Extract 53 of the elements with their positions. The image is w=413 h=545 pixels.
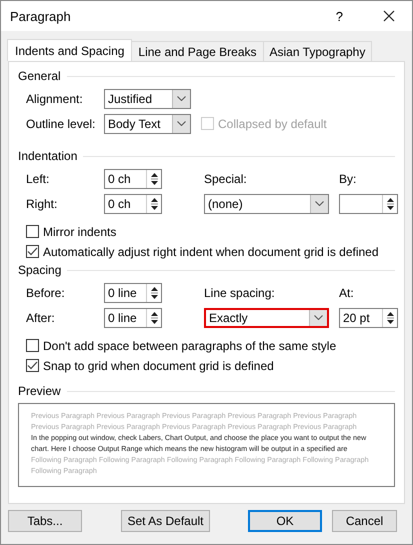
- checkbox-label: Collapsed by default: [218, 116, 327, 130]
- dialog-button[interactable]: Cancel: [332, 510, 397, 532]
- left-indent-spinbox[interactable]: 0 ch: [104, 168, 162, 188]
- spin-arrows-icon: [150, 286, 158, 300]
- after-spinbox[interactable]: 0 line: [104, 308, 162, 328]
- checkbox-label: Mirror indents: [43, 224, 116, 238]
- field-label: Alignment:: [26, 92, 84, 106]
- checkbox-label: Snap to grid when document grid is defined: [43, 358, 274, 372]
- outline-level-dropdown[interactable]: Body Text: [104, 114, 191, 134]
- tab[interactable]: Line and Page Breaks: [131, 41, 264, 61]
- field-label: Special:: [204, 172, 248, 186]
- section-heading: Indentation: [18, 149, 78, 163]
- spin-arrows-icon: [150, 310, 158, 324]
- alignment-dropdown[interactable]: Justified: [104, 88, 191, 108]
- spin-arrows-icon: [150, 196, 158, 210]
- at-spinbox[interactable]: 20 pt: [339, 308, 398, 328]
- chevron-icon: [314, 315, 323, 320]
- by-spinbox[interactable]: [339, 194, 398, 214]
- dialog-button[interactable]: OK: [248, 510, 322, 532]
- dialog-button[interactable]: Set As Default: [121, 510, 210, 532]
- tab[interactable]: Asian Typography: [262, 41, 372, 61]
- field-label: Line spacing:: [204, 286, 276, 300]
- field-label: Before:: [26, 286, 66, 300]
- spin-arrows-icon: [150, 172, 158, 186]
- right-indent-spinbox[interactable]: 0 ch: [104, 194, 162, 214]
- checkbox[interactable]: [26, 245, 39, 258]
- checkbox[interactable]: [26, 359, 39, 372]
- line-spacing-dropdown[interactable]: Exactly: [204, 308, 329, 328]
- section-heading: Spacing: [18, 263, 62, 277]
- field-label: Right:: [26, 196, 58, 210]
- field-label: By:: [339, 172, 356, 186]
- field-label: At:: [339, 286, 354, 300]
- checkbox[interactable]: [26, 225, 39, 238]
- special-dropdown[interactable]: (none): [204, 194, 329, 214]
- section-heading: General: [18, 69, 61, 83]
- checkbox-label: Don't add space between paragraphs of the same style: [43, 338, 336, 352]
- checkbox[interactable]: [26, 339, 39, 352]
- spin-arrows-icon: [386, 310, 394, 324]
- chevron-icon: [177, 121, 186, 126]
- field-label: Left:: [26, 172, 50, 186]
- window-title: Paragraph: [10, 8, 72, 24]
- chevron-icon: [315, 201, 324, 206]
- field-label: After:: [26, 310, 56, 324]
- field-label: Outline level:: [26, 116, 96, 130]
- close-icon[interactable]: [383, 10, 395, 22]
- checkbox-label: Automatically adjust right indent when document grid is defined: [43, 244, 379, 258]
- dialog-button[interactable]: Tabs...: [8, 510, 82, 532]
- before-spinbox[interactable]: 0 line: [104, 282, 162, 302]
- tab[interactable]: Indents and Spacing: [7, 39, 132, 61]
- spin-arrows-icon: [386, 196, 394, 210]
- section-heading: Preview: [18, 384, 61, 398]
- help-button[interactable]: ?: [336, 8, 343, 24]
- chevron-icon: [177, 96, 186, 101]
